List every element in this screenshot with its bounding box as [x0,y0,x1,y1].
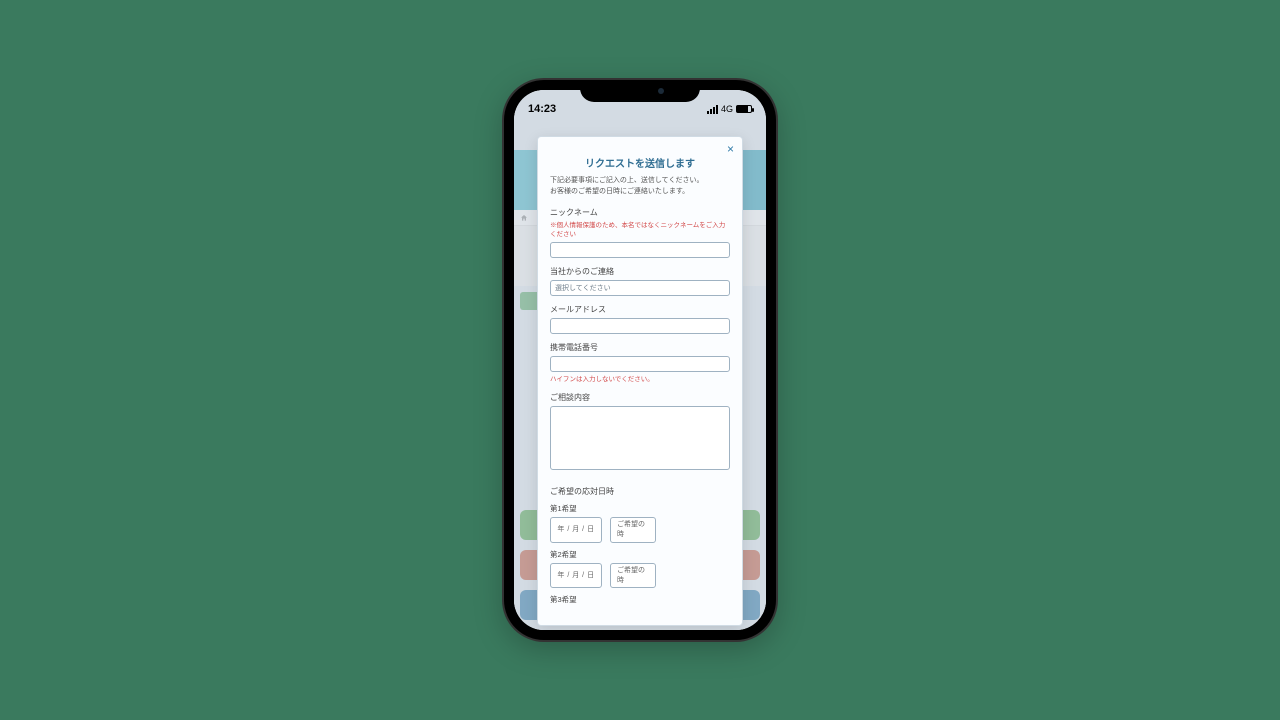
modal-lead-line1: 下記必要事項にご記入の上、送信してください。 [550,177,703,184]
phone-frame: 14:23 4G × リクエストを送信 [504,80,776,640]
pref2-date-input[interactable]: 年 / 月 / 日 [550,563,602,589]
email-label: メールアドレス [550,304,730,315]
pref2-label: 第2希望 [550,549,730,560]
phone-note: ハイフンは入力しないでください。 [550,375,730,384]
pref2-row: 年 / 月 / 日 ご希望の時 [550,563,730,589]
modal-title: リクエストを送信します [550,155,730,170]
pref1-date-input[interactable]: 年 / 月 / 日 [550,517,602,543]
modal-lead: 下記必要事項にご記入の上、送信してください。 お客様のご希望の日時にご連絡いたし… [550,176,730,197]
network-label: 4G [721,104,733,114]
pref1-label: 第1希望 [550,503,730,514]
signal-icon [707,105,718,114]
status-time: 14:23 [528,103,556,115]
phone-notch [580,80,700,102]
pref2-time-input[interactable]: ご希望の時 [610,563,656,589]
contact-select-value: 選択してください [555,283,611,293]
request-modal: × リクエストを送信します 下記必要事項にご記入の上、送信してください。 お客様… [537,136,743,626]
pref1-row: 年 / 月 / 日 ご希望の時 [550,517,730,543]
modal-lead-line2: お客様のご希望の日時にご連絡いたします。 [550,188,689,195]
status-right: 4G [707,104,752,114]
datetime-section-title: ご希望の応対日時 [550,486,730,497]
nickname-label: ニックネーム [550,207,730,218]
battery-icon [736,105,752,113]
close-icon[interactable]: × [727,143,734,155]
content-textarea[interactable] [550,406,730,470]
content-label: ご相談内容 [550,392,730,403]
pref1-time-input[interactable]: ご希望の時 [610,517,656,543]
contact-select[interactable]: 選択してください [550,280,730,296]
pref3-label: 第3希望 [550,594,730,605]
modal-overlay[interactable]: × リクエストを送信します 下記必要事項にご記入の上、送信してください。 お客様… [514,90,766,630]
contact-label: 当社からのご連絡 [550,266,730,277]
phone-input[interactable] [550,356,730,372]
nickname-note: ※個人情報保護のため、本名ではなくニックネームをご入力ください [550,221,730,239]
email-input[interactable] [550,318,730,334]
phone-label: 携帯電話番号 [550,342,730,353]
nickname-input[interactable] [550,242,730,258]
phone-screen: 14:23 4G × リクエストを送信 [514,90,766,630]
